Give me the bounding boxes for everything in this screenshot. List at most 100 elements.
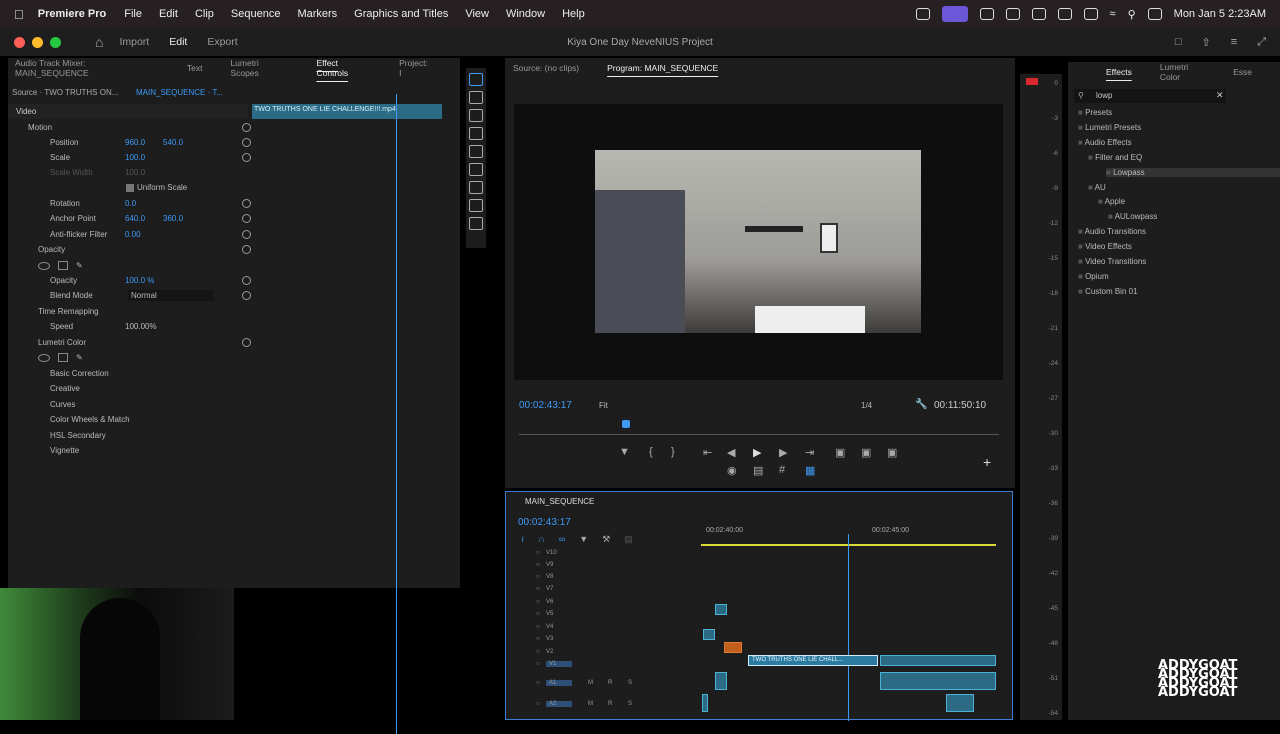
marker-icon[interactable]: ▼ [619, 446, 630, 458]
track-v5[interactable]: V5 [546, 611, 584, 617]
reset-icon[interactable] [242, 214, 251, 223]
sequence-clip-label[interactable]: MAIN_SEQUENCE · T... [136, 88, 223, 97]
audio-clip[interactable] [715, 672, 727, 690]
track-v9[interactable]: V9 [546, 562, 584, 568]
program-timecode[interactable]: 00:02:43:17 [519, 400, 572, 411]
camera-icon[interactable]: ◉ [727, 464, 737, 477]
add-button-icon[interactable]: + [983, 454, 991, 470]
grid-icon[interactable]: # [779, 464, 785, 476]
headphones-icon[interactable] [1031, 8, 1046, 20]
tab-source[interactable]: Source: (no clips) [513, 63, 579, 73]
track-v8[interactable]: V8 [546, 574, 584, 580]
timeline-playhead[interactable] [848, 534, 849, 721]
lumetri-vignette[interactable]: Vignette [50, 446, 79, 455]
tab-project[interactable]: Project: I [399, 58, 432, 78]
tab-audio-track-mixer[interactable]: Audio Track Mixer: MAIN_SEQUENCE [15, 58, 159, 78]
reset-icon[interactable] [242, 291, 251, 300]
reset-icon[interactable] [242, 245, 251, 254]
video-clip[interactable] [703, 629, 715, 640]
screen-icon[interactable] [941, 6, 968, 22]
fullscreen-icon[interactable]: ⤢ [1257, 36, 1266, 49]
hand-icon[interactable] [469, 199, 483, 212]
frame-icon[interactable]: □ [1175, 36, 1182, 49]
play-icon[interactable]: ▶ [753, 446, 761, 459]
lumetri-creative[interactable]: Creative [50, 384, 80, 393]
tab-program[interactable]: Program: MAIN_SEQUENCE [607, 63, 718, 73]
source-clip-label[interactable]: Source · TWO TRUTHS ON... [12, 88, 118, 97]
export-frame-icon[interactable]: ▣ [887, 446, 897, 459]
app-menu[interactable]: Premiere Pro [38, 8, 106, 20]
track-select-icon[interactable] [469, 91, 483, 104]
record-button[interactable]: R [608, 680, 628, 686]
speed-value[interactable]: 100.00% [125, 322, 157, 331]
search-icon[interactable]: ⚲ [1128, 8, 1136, 21]
lumetri-hsl[interactable]: HSL Secondary [50, 431, 106, 440]
track-a1[interactable]: A1 [546, 680, 572, 686]
antiflicker-value[interactable]: 0.00 [125, 230, 141, 239]
control-center-icon[interactable] [1147, 8, 1162, 20]
video-clip[interactable] [715, 604, 727, 615]
opacity-value[interactable]: 100.0 % [125, 276, 154, 285]
nest-icon[interactable]: ≀ [521, 534, 524, 548]
anchor-x[interactable]: 640.0 [125, 214, 145, 223]
tab-lumetri-color[interactable]: Lumetri Color [1160, 62, 1205, 82]
clip-bar[interactable]: TWO TRUTHS ONE LIE CHALLENGE!!!.mp4 [252, 104, 442, 119]
rect-mask-icon[interactable] [58, 261, 68, 270]
workspace-export[interactable]: Export [207, 36, 237, 48]
reset-icon[interactable] [242, 153, 251, 162]
snap-icon[interactable]: ∩ [538, 534, 544, 548]
step-forward-icon[interactable]: ▶ [779, 446, 787, 459]
home-icon[interactable]: ⌂ [95, 34, 103, 50]
go-to-out-icon[interactable]: ⇥ [805, 446, 814, 459]
track-v1[interactable]: V1 [546, 661, 572, 667]
effects-tree-item[interactable]: ■ Presets [1078, 108, 1278, 117]
rotation-value[interactable]: 0.0 [125, 199, 136, 208]
pen-icon[interactable] [469, 163, 483, 176]
solo-button[interactable]: S [628, 680, 632, 686]
minimize-window-button[interactable] [32, 36, 43, 48]
program-playhead[interactable] [622, 420, 630, 428]
adjustment-clip[interactable] [724, 642, 742, 653]
mark-in-icon[interactable]: { [649, 446, 653, 458]
workspace-edit[interactable]: Edit [169, 36, 187, 48]
sequence-tab[interactable]: MAIN_SEQUENCE [525, 497, 594, 506]
ripple-edit-icon[interactable] [469, 109, 483, 122]
workspaces-menu-icon[interactable]: ≡ [1231, 36, 1237, 49]
reset-icon[interactable] [242, 199, 251, 208]
track-v2[interactable]: V2 [546, 649, 584, 655]
selected-v1-clip[interactable]: TWO TRUTHS ONE LIE CHALL... [748, 655, 878, 666]
video-canvas[interactable] [514, 104, 1003, 380]
reset-icon[interactable] [242, 276, 251, 285]
linked-icon[interactable]: ∞ [559, 534, 565, 548]
zoom-window-button[interactable] [50, 36, 61, 48]
battery-icon[interactable] [1083, 8, 1098, 20]
clock[interactable]: Mon Jan 5 2:23AM [1174, 8, 1266, 20]
menu-sequence[interactable]: Sequence [231, 8, 281, 20]
track-v4[interactable]: V4 [546, 624, 584, 630]
tab-effect-controls[interactable]: Effect Controls [316, 58, 371, 78]
effects-tree-item[interactable]: ■ AULowpass [1108, 212, 1280, 221]
lumetri-basic[interactable]: Basic Correction [50, 369, 109, 378]
type-icon[interactable] [469, 217, 483, 230]
marker-add-icon[interactable]: ▼ [579, 534, 588, 548]
close-window-button[interactable] [14, 36, 25, 48]
razor-icon[interactable] [469, 127, 483, 140]
menu-clip[interactable]: Clip [195, 8, 214, 20]
program-scrubber[interactable] [519, 434, 999, 435]
status-icon[interactable] [915, 8, 930, 20]
reset-icon[interactable] [242, 138, 251, 147]
effects-tree-item[interactable]: ■ Filter and EQ [1088, 153, 1280, 162]
safe-margins-icon[interactable]: ▦ [805, 464, 815, 477]
position-x[interactable]: 960.0 [125, 138, 145, 147]
rect-mask-icon[interactable] [58, 353, 68, 362]
effects-tree-item[interactable]: ■ Audio Transitions [1078, 227, 1278, 236]
tab-effects[interactable]: Effects [1106, 67, 1132, 77]
effects-tree-item[interactable]: ■ Apple [1098, 197, 1280, 206]
position-y[interactable]: 540.0 [163, 138, 183, 147]
blend-mode-dropdown[interactable]: Normal [128, 290, 214, 301]
pen-mask-icon[interactable]: ✎ [76, 261, 83, 270]
captions-icon[interactable]: ▤ [624, 534, 633, 548]
slip-icon[interactable] [469, 145, 483, 158]
scale-value[interactable]: 100.0 [125, 153, 145, 162]
ellipse-mask-icon[interactable] [38, 261, 50, 270]
